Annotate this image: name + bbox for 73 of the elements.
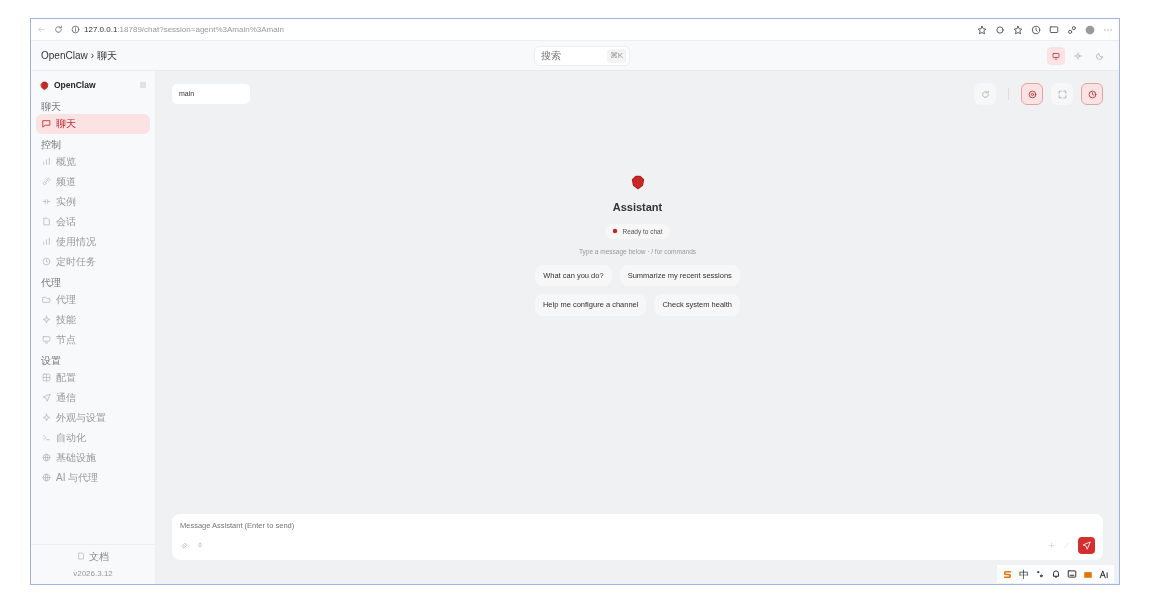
clock-icon <box>42 257 51 267</box>
docs-link[interactable]: 文档 <box>77 548 109 564</box>
toolbar-button[interactable] <box>1021 83 1043 105</box>
chat-bubble-icon <box>42 119 51 129</box>
punctuation-icon[interactable] <box>1035 569 1045 579</box>
sidebar-item[interactable]: 自动化 <box>36 427 150 448</box>
ime-logo-icon[interactable] <box>1002 568 1013 580</box>
brand-name: OpenClaw <box>54 79 96 92</box>
link-icon <box>42 177 51 187</box>
assistant-title: Assistant <box>612 200 663 215</box>
section-heading: 聊天 <box>40 99 62 114</box>
status-dot-icon <box>612 228 619 235</box>
breadcrumb-separator: › <box>90 49 95 63</box>
lobster-logo-icon <box>39 79 50 91</box>
breadcrumb-item: OpenClaw <box>41 49 88 63</box>
screen-icon[interactable] <box>1049 24 1059 35</box>
monitor-icon <box>1052 51 1060 60</box>
send-button[interactable] <box>1078 537 1095 554</box>
sidebar-item[interactable]: 代理 <box>36 289 150 310</box>
sidebar-item[interactable]: 通信 <box>36 387 150 408</box>
keyboard-icon[interactable] <box>1067 569 1077 579</box>
sidebar-item[interactable]: AI 与代理 <box>36 467 150 488</box>
document-icon <box>77 552 85 560</box>
monitor-icon <box>42 335 51 345</box>
clock-icon <box>1087 89 1097 99</box>
section-heading: 设置 <box>40 353 62 368</box>
sidebar-item[interactable]: 基础设施 <box>36 447 150 468</box>
document-icon <box>42 217 51 227</box>
terminal-icon <box>42 433 51 443</box>
section-heading: 代理 <box>40 275 62 290</box>
refresh-icon[interactable] <box>54 25 63 34</box>
sidebar-item[interactable]: 配置 <box>36 367 150 388</box>
chain-icon[interactable] <box>1067 24 1077 35</box>
send-icon <box>42 393 51 403</box>
target-icon <box>1027 89 1037 99</box>
toolbar-button[interactable] <box>1081 83 1103 105</box>
ime-mode-label[interactable]: 中 <box>1019 566 1029 582</box>
sidebar-item[interactable]: 定时任务 <box>36 251 150 272</box>
avatar-icon[interactable] <box>1085 24 1095 35</box>
section-heading: 控制 <box>40 137 62 152</box>
sun-icon <box>1074 51 1082 60</box>
chart-icon <box>42 237 51 247</box>
sidebar-item[interactable]: 外观与设置 <box>36 407 150 428</box>
sidebar-item[interactable]: 节点 <box>36 329 150 350</box>
sidebar-item[interactable]: 使用情况 <box>36 231 150 252</box>
moon-icon <box>1096 51 1104 60</box>
star-icon[interactable] <box>1013 24 1023 35</box>
circle-icon[interactable] <box>995 24 1005 35</box>
sidebar-item[interactable]: 频道 <box>36 171 150 192</box>
expand-icon <box>1057 89 1067 99</box>
theme-toggle-button[interactable] <box>1047 46 1065 65</box>
refresh-icon <box>980 89 990 99</box>
sidebar-item[interactable]: 技能 <box>36 309 150 330</box>
grid-icon <box>42 373 51 383</box>
globe-icon <box>42 453 51 463</box>
sidebar-item[interactable]: 实例 <box>36 191 150 212</box>
star-icon[interactable] <box>977 24 987 35</box>
send-icon <box>1082 541 1091 550</box>
chart-icon <box>42 157 51 167</box>
paperclip-icon[interactable] <box>180 541 188 550</box>
sidebar-item[interactable]: 聊天 <box>36 113 150 134</box>
bell-icon[interactable] <box>1051 569 1061 579</box>
version-label: v2026.3.12 <box>72 568 114 580</box>
info-icon <box>71 25 80 34</box>
sparkle-icon <box>42 315 51 325</box>
history-icon[interactable] <box>1031 24 1041 35</box>
ai-icon[interactable] <box>1099 569 1109 579</box>
globe-icon <box>42 473 51 483</box>
sparkle-icon <box>42 413 51 423</box>
sidebar-item[interactable]: 概览 <box>36 151 150 172</box>
folder-icon <box>42 295 51 305</box>
sidebar-item[interactable]: 会话 <box>36 211 150 232</box>
breadcrumb-item: 聊天 <box>97 49 118 63</box>
